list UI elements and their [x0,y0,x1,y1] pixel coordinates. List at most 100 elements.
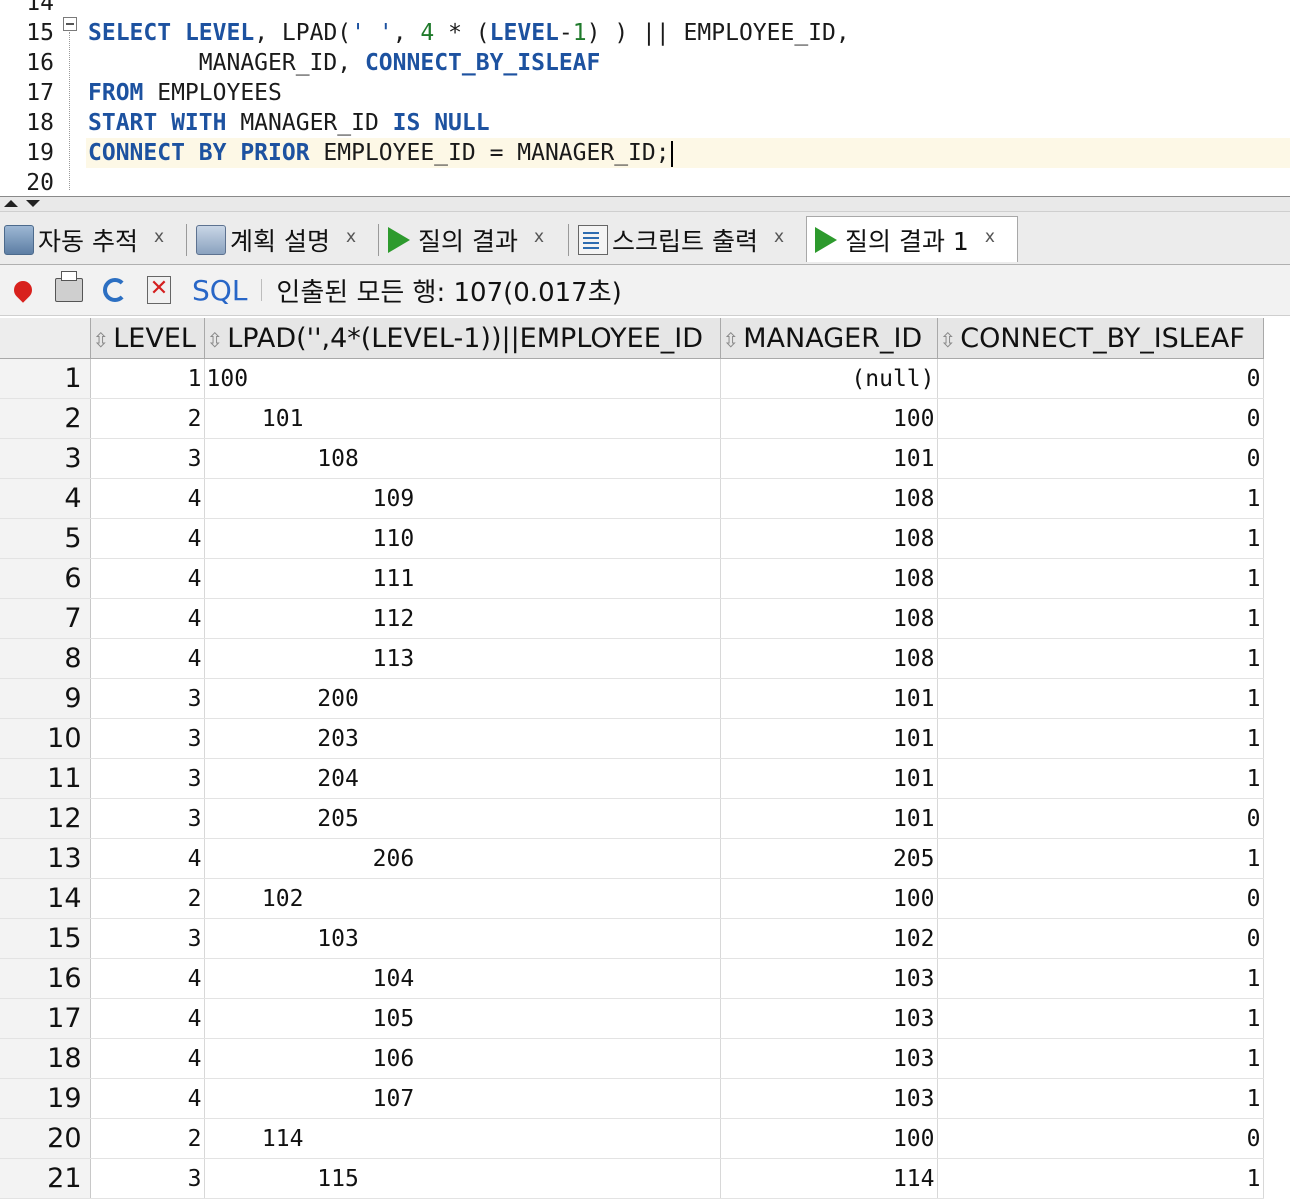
cell-level[interactable]: 3 [90,918,205,959]
sort-icon[interactable]: ⇳ [207,328,224,352]
cell-manager-id[interactable]: 101 [720,678,938,719]
cell-lpad-employee-id[interactable]: 115 [204,1158,721,1199]
sql-button[interactable]: SQL [192,274,247,307]
sort-icon[interactable]: ⇳ [723,328,740,352]
cell-manager-id[interactable]: 114 [720,1158,938,1199]
cell-level[interactable]: 4 [90,1078,205,1119]
refresh-button[interactable] [100,275,130,305]
row-number[interactable]: 13 [0,838,91,879]
sort-icon[interactable]: ⇳ [93,328,110,352]
cell-level[interactable]: 4 [90,1038,205,1079]
cell-manager-id[interactable]: 100 [720,1118,938,1159]
cell-manager-id[interactable]: 108 [720,558,938,599]
row-number[interactable]: 3 [0,438,91,479]
table-row[interactable]: 44 109 108 1 [0,478,1264,519]
cell-level[interactable]: 3 [90,438,205,479]
cell-connect-by-isleaf[interactable]: 0 [937,878,1264,919]
cell-connect-by-isleaf[interactable]: 1 [937,1158,1264,1199]
cell-lpad-employee-id[interactable]: 104 [204,958,721,999]
cell-manager-id[interactable]: 101 [720,758,938,799]
column-header-connect-by-isleaf[interactable]: ⇳ CONNECT_BY_ISLEAF [937,318,1264,359]
cell-level[interactable]: 4 [90,638,205,679]
table-row[interactable]: 64 111 108 1 [0,558,1264,599]
freeze-pin-button[interactable] [8,275,38,305]
row-number[interactable]: 4 [0,478,91,519]
sql-editor[interactable]: 14 15 16 17 18 19 20 SELECT LEVEL, LPAD(… [0,0,1290,196]
row-number[interactable]: 11 [0,758,91,799]
row-number[interactable]: 7 [0,598,91,639]
cell-level[interactable]: 4 [90,998,205,1039]
cell-manager-id[interactable]: 108 [720,518,938,559]
collapse-down-arrow-icon[interactable] [26,200,40,207]
cell-lpad-employee-id[interactable]: 105 [204,998,721,1039]
cell-manager-id[interactable]: 101 [720,718,938,759]
column-header-manager-id[interactable]: ⇳ MANAGER_ID [720,318,938,359]
cell-lpad-employee-id[interactable]: 107 [204,1078,721,1119]
cell-level[interactable]: 4 [90,958,205,999]
cell-lpad-employee-id[interactable]: 103 [204,918,721,959]
cell-level[interactable]: 2 [90,878,205,919]
cell-manager-id[interactable]: 205 [720,838,938,879]
column-header-level[interactable]: ⇳ LEVEL [90,318,205,359]
cell-lpad-employee-id[interactable]: 100 [204,358,721,399]
cell-connect-by-isleaf[interactable]: 0 [937,358,1264,399]
table-row[interactable]: 1 1 100 (null) 0 [0,358,1264,399]
row-number[interactable]: 6 [0,558,91,599]
cell-level[interactable]: 4 [90,478,205,519]
cell-connect-by-isleaf[interactable]: 0 [937,798,1264,839]
table-row[interactable]: 20 2 114 100 0 [0,1118,1264,1159]
cell-lpad-employee-id[interactable]: 205 [204,798,721,839]
collapse-fold-icon[interactable] [63,17,77,31]
query-result-grid[interactable]: ⇳ LEVEL ⇳ LPAD('',4*(LEVEL-1))||EMPLOYEE_I… [0,318,1290,1199]
table-row[interactable]: 18 4 106 103 1 [0,1038,1264,1079]
table-row[interactable]: 19 4 107 103 1 [0,1078,1264,1119]
code-area[interactable]: SELECT LEVEL, LPAD(' ', 4 * (LEVEL-1) ) … [86,0,1290,196]
cell-manager-id[interactable]: (null) [720,358,938,399]
close-icon[interactable]: x [534,227,544,247]
row-number[interactable]: 5 [0,518,91,559]
table-row[interactable]: 33 108 101 0 [0,438,1264,479]
cell-connect-by-isleaf[interactable]: 1 [937,838,1264,879]
cell-manager-id[interactable]: 108 [720,478,938,519]
tab-explain-plan[interactable]: 계획 설명 x [196,218,356,262]
cell-connect-by-isleaf[interactable]: 1 [937,638,1264,679]
table-row[interactable]: 13 4 206 205 1 [0,838,1264,879]
table-row[interactable]: 54 110 108 1 [0,518,1264,559]
close-icon[interactable]: x [985,227,995,247]
row-number[interactable]: 21 [0,1158,91,1199]
cell-lpad-employee-id[interactable]: 110 [204,518,721,559]
cell-manager-id[interactable]: 101 [720,438,938,479]
cell-lpad-employee-id[interactable]: 200 [204,678,721,719]
cell-connect-by-isleaf[interactable]: 1 [937,518,1264,559]
cell-lpad-employee-id[interactable]: 114 [204,1118,721,1159]
cell-manager-id[interactable]: 100 [720,398,938,439]
cell-connect-by-isleaf[interactable]: 1 [937,1038,1264,1079]
cell-connect-by-isleaf[interactable]: 0 [937,438,1264,479]
close-icon[interactable]: x [346,227,356,247]
close-icon[interactable]: x [154,227,164,247]
cell-lpad-employee-id[interactable]: 101 [204,398,721,439]
table-row[interactable]: 16 4 104 103 1 [0,958,1264,999]
cell-connect-by-isleaf[interactable]: 1 [937,758,1264,799]
cell-lpad-employee-id[interactable]: 112 [204,598,721,639]
cell-lpad-employee-id[interactable]: 109 [204,478,721,519]
cell-manager-id[interactable]: 103 [720,998,938,1039]
row-number[interactable]: 10 [0,718,91,759]
cell-level[interactable]: 3 [90,798,205,839]
row-number[interactable]: 16 [0,958,91,999]
clear-button[interactable]: ✕ [144,275,174,305]
sort-icon[interactable]: ⇳ [940,328,957,352]
cell-connect-by-isleaf[interactable]: 1 [937,1078,1264,1119]
cell-lpad-employee-id[interactable]: 106 [204,1038,721,1079]
cell-connect-by-isleaf[interactable]: 1 [937,558,1264,599]
table-row[interactable]: 22 101 100 0 [0,398,1264,439]
cell-connect-by-isleaf[interactable]: 1 [937,598,1264,639]
close-icon[interactable]: x [774,227,784,247]
cell-connect-by-isleaf[interactable]: 0 [937,398,1264,439]
cell-level[interactable]: 3 [90,1158,205,1199]
row-number[interactable]: 1 [0,358,91,399]
table-row[interactable]: 15 3 103 102 0 [0,918,1264,959]
row-number[interactable]: 12 [0,798,91,839]
cell-lpad-employee-id[interactable]: 204 [204,758,721,799]
table-row[interactable]: 21 3 115 114 1 [0,1158,1264,1199]
